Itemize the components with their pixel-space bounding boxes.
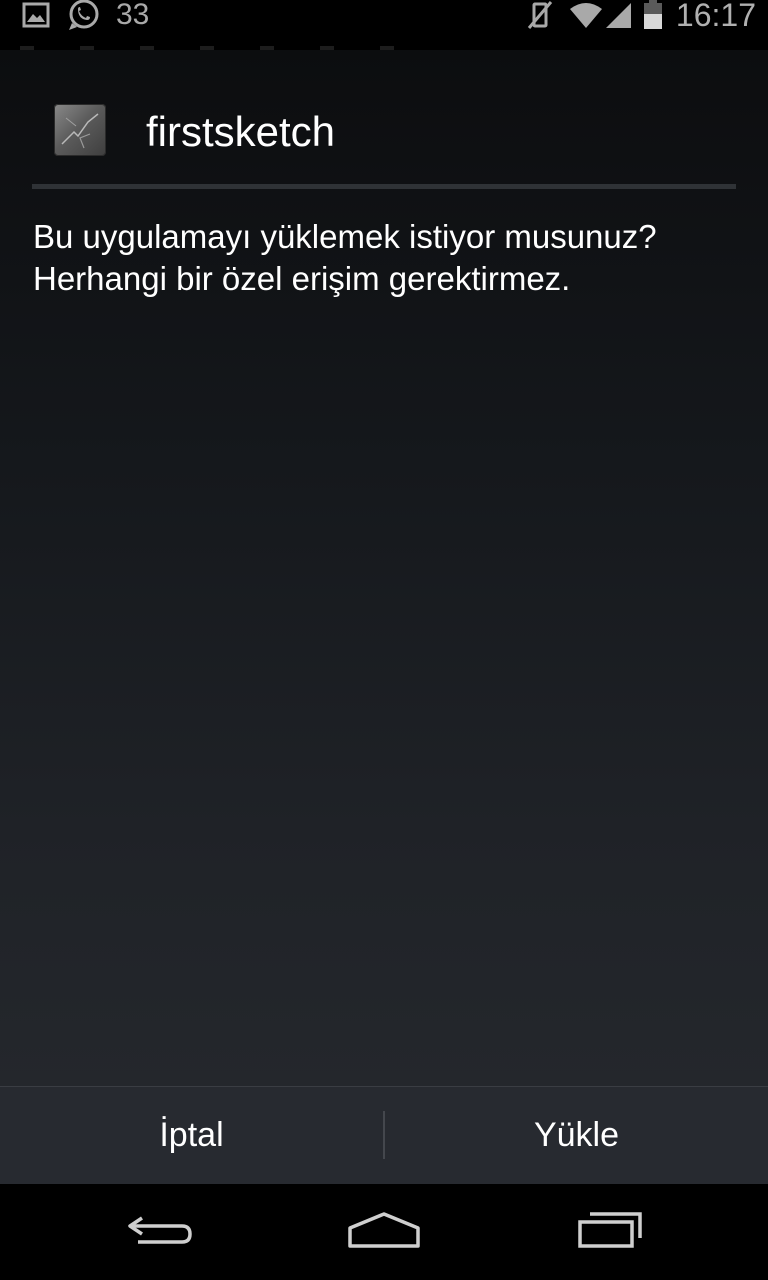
message-line-1: Bu uygulamayı yüklemek istiyor musunuz? <box>33 218 657 255</box>
dialog-button-bar: İptal Yükle <box>0 1086 768 1184</box>
battery-icon <box>642 0 664 30</box>
home-icon <box>346 1210 422 1255</box>
header-divider <box>32 184 736 189</box>
app-icon <box>54 104 106 156</box>
install-button[interactable]: Yükle <box>385 1087 768 1184</box>
back-icon <box>124 1210 196 1255</box>
recents-icon <box>574 1210 646 1255</box>
vibrate-off-icon <box>526 0 554 30</box>
install-dialog: firstsketch Bu uygulamayı yüklemek istiy… <box>0 50 768 1086</box>
app-header: firstsketch <box>0 50 768 189</box>
navigation-bar <box>0 1184 768 1280</box>
app-title: firstsketch <box>146 108 336 155</box>
cancel-button[interactable]: İptal <box>0 1087 383 1184</box>
whatsapp-icon <box>66 0 102 30</box>
image-icon <box>22 0 50 30</box>
install-message: Bu uygulamayı yüklemek istiyor musunuz? … <box>33 216 743 300</box>
back-button[interactable] <box>110 1202 210 1262</box>
status-bar: 33 16:17 <box>0 0 768 48</box>
wifi-icon <box>568 0 604 30</box>
status-clock: 16:17 <box>675 0 756 33</box>
install-screen: 33 16:17 firstsketch Bu uygulamayı yükle… <box>0 0 768 1280</box>
notification-count: 33 <box>116 0 150 31</box>
recents-button[interactable] <box>560 1202 660 1262</box>
home-button[interactable] <box>334 1202 434 1262</box>
signal-icon <box>604 0 632 30</box>
message-line-2: Herhangi bir özel erişim gerektirmez. <box>33 260 571 297</box>
